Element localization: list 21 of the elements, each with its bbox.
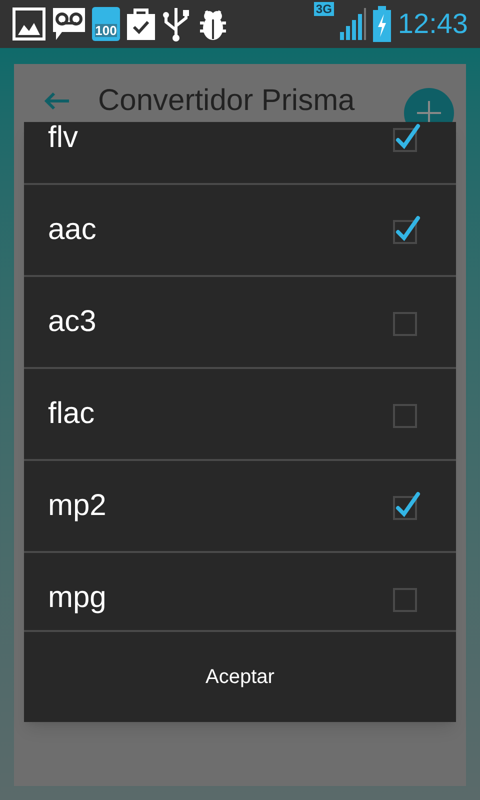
app-title: Convertidor Prisma xyxy=(98,84,355,118)
checked-checkbox[interactable] xyxy=(390,214,422,246)
image-icon xyxy=(12,7,46,41)
checked-checkbox[interactable] xyxy=(390,490,422,522)
accept-button[interactable]: Aceptar xyxy=(24,632,456,722)
format-option[interactable]: mpg xyxy=(24,553,456,630)
clipboard-check-icon xyxy=(126,7,156,41)
format-option[interactable]: aac xyxy=(24,185,456,275)
battery-charging-icon xyxy=(372,6,392,42)
clock-time: 12:43 xyxy=(398,10,468,38)
voicemail-icon xyxy=(52,6,86,42)
format-option[interactable]: flac xyxy=(24,369,456,459)
format-option[interactable]: flv xyxy=(24,122,456,183)
signal-icon xyxy=(340,8,366,40)
network-type-label: 3G xyxy=(314,2,334,16)
usb-icon xyxy=(162,6,190,42)
format-option[interactable]: ac3 xyxy=(24,277,456,367)
back-arrow-icon xyxy=(44,92,70,110)
format-option[interactable]: mp2 xyxy=(24,461,456,551)
storage-icon: 100 xyxy=(92,7,120,41)
checked-checkbox[interactable] xyxy=(390,122,422,154)
